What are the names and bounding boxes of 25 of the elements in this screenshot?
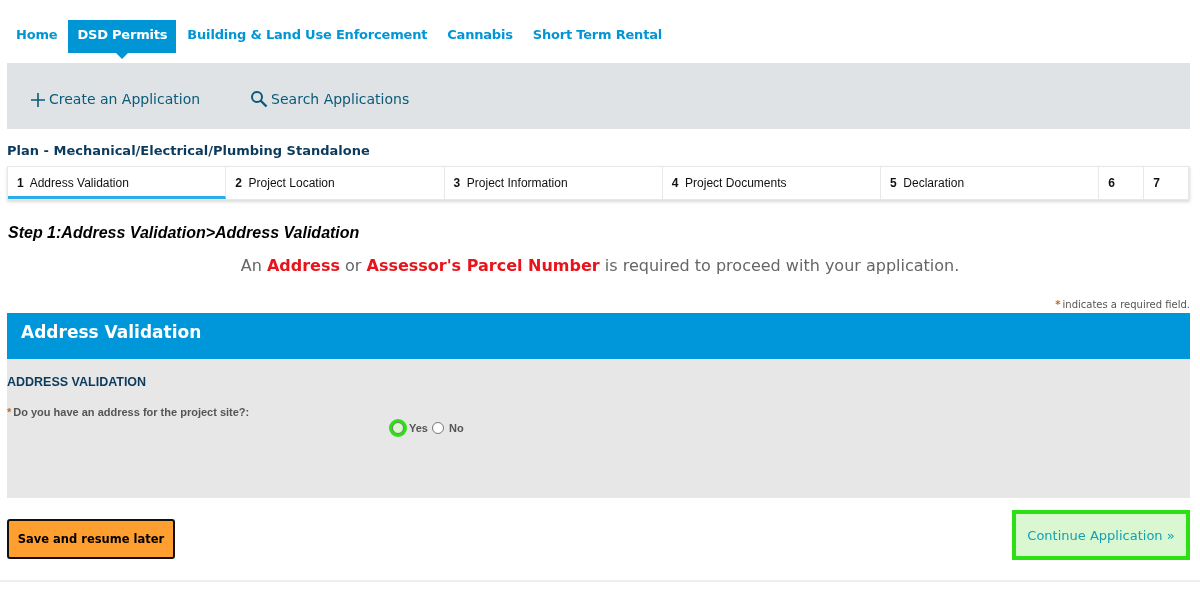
step-tab[interactable]: 5 Declaration bbox=[881, 167, 1100, 199]
required-mark: * bbox=[7, 406, 12, 418]
plus-icon bbox=[30, 92, 46, 108]
step-tab[interactable]: 7 bbox=[1144, 167, 1189, 199]
save-button[interactable]: Save and resume later bbox=[7, 519, 175, 559]
search-icon bbox=[250, 90, 269, 108]
step-heading: Step 1:Address Validation>Address Validation bbox=[8, 224, 361, 242]
step-tab[interactable]: 6 bbox=[1099, 167, 1145, 199]
required-note: indicates a required field. bbox=[1062, 299, 1190, 310]
question-label: Do you have an address for the project site?: bbox=[13, 406, 250, 418]
toolbar-link[interactable]: Create an Application bbox=[30, 84, 201, 108]
section-title: Address Validation bbox=[21, 322, 202, 342]
section-subtitle: ADDRESS VALIDATION bbox=[7, 374, 148, 389]
required-mark: * bbox=[1055, 299, 1061, 310]
toolbar-link[interactable]: Search Applications bbox=[250, 84, 410, 108]
record-type-title: Plan - Mechanical/Electrical/Plumbing Standalone bbox=[7, 143, 371, 158]
radio-button[interactable] bbox=[392, 422, 404, 434]
notice-text: An Address or Assessor's Parcel Number is required to proceed with your application. bbox=[239, 256, 961, 275]
step-tab[interactable]: 4 Project Documents bbox=[662, 167, 881, 199]
step-tab[interactable]: 3 Project Information bbox=[444, 167, 663, 199]
radio-label: Yes bbox=[409, 422, 428, 434]
radio-button[interactable] bbox=[431, 422, 444, 434]
radio-label: No bbox=[448, 422, 464, 434]
step-tab[interactable]: 2 Project Location bbox=[226, 167, 445, 199]
step-tab[interactable]: 1 Address Validation bbox=[8, 167, 227, 199]
